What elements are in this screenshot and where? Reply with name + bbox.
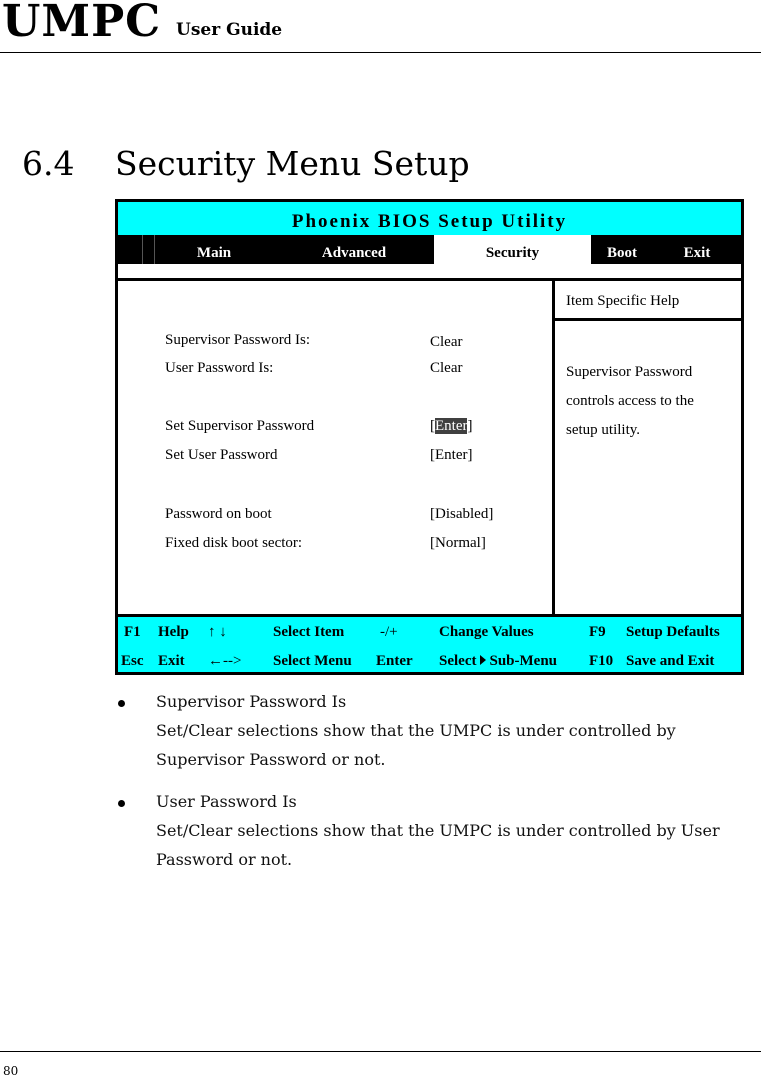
help-heading: Item Specific Help	[555, 281, 744, 321]
tab-exit[interactable]: Exit	[653, 235, 741, 264]
setting-label-user-password-is: User Password Is:	[165, 360, 274, 376]
key-minus-plus: -/+	[380, 624, 398, 640]
key-action-help: Help	[158, 624, 189, 640]
bracket-close: ]	[467, 418, 473, 434]
brand-subtitle: User Guide	[176, 20, 283, 40]
footer-rule	[0, 1051, 761, 1052]
tab-security[interactable]: Security	[434, 235, 591, 264]
bullet-line: Supervisor Password or not.	[156, 750, 386, 769]
setting-label-supervisor-password-is: Supervisor Password Is:	[165, 332, 310, 348]
page-number: 80	[3, 1064, 19, 1078]
bios-screen: Phoenix BIOS Setup Utility Main Advanced…	[115, 199, 744, 675]
key-f9: F9	[589, 624, 606, 640]
setting-label-set-user-password[interactable]: Set User Password	[165, 447, 278, 464]
key-esc: Esc	[121, 653, 144, 669]
bullet-line: Set/Clear selections show that the UMPC …	[156, 821, 720, 840]
selected-value-highlight: Enter	[435, 418, 468, 434]
key-action-select-menu: Select Menu	[273, 653, 352, 669]
tab-advanced[interactable]: Advanced	[274, 235, 434, 264]
bullet-icon	[118, 700, 125, 707]
help-text: Supervisor Password controls access to t…	[566, 358, 741, 445]
key-action-change-values: Change Values	[439, 624, 534, 640]
bullet-title: User Password Is	[156, 792, 297, 811]
bullet-line: Password or not.	[156, 850, 293, 869]
arrow-left-right-icon: ←-->	[208, 653, 242, 669]
brand-title: UMPC	[2, 0, 162, 47]
setting-label-set-supervisor-password[interactable]: Set Supervisor Password	[165, 418, 314, 435]
tab-main[interactable]: Main	[154, 235, 274, 264]
bullet-line: Set/Clear selections show that the UMPC …	[156, 721, 676, 740]
key-f10: F10	[589, 653, 614, 669]
key-legend: F1 Help ↑ ↓ Select Item -/+ Change Value…	[118, 614, 741, 672]
help-panel: Item Specific Help Supervisor Password c…	[552, 281, 744, 614]
setting-label-password-on-boot[interactable]: Password on boot	[165, 506, 272, 523]
menu-separator	[118, 264, 741, 281]
document-header: UMPC User Guide	[0, 0, 761, 53]
key-f1: F1	[124, 624, 141, 640]
bullet-title: Supervisor Password Is	[156, 692, 347, 711]
bios-menu-bar: Main Advanced Security Boot Exit	[118, 235, 741, 264]
tab-boot[interactable]: Boot	[591, 235, 653, 264]
help-line: Supervisor Password	[566, 364, 693, 380]
help-line: controls access to the	[566, 393, 694, 409]
arrow-up-down-icon: ↑ ↓	[208, 624, 227, 640]
settings-panel: Supervisor Password Is: Clear User Passw…	[118, 281, 552, 614]
key-action-setup-defaults: Setup Defaults	[626, 624, 720, 640]
setting-value-set-user-password[interactable]: [Enter]	[430, 447, 472, 464]
key-enter: Enter	[376, 653, 413, 669]
setting-value-fixed-disk-boot-sector[interactable]: [Normal]	[430, 535, 486, 552]
setting-value-password-on-boot[interactable]: [Disabled]	[430, 506, 493, 523]
triangle-right-icon	[480, 655, 487, 665]
key-action-exit: Exit	[158, 653, 185, 669]
bullet-icon	[118, 800, 125, 807]
bios-title: Phoenix BIOS Setup Utility	[118, 202, 741, 235]
section-number: 6.4	[22, 144, 75, 183]
setting-value-set-supervisor-password[interactable]: [Enter]	[430, 418, 472, 435]
setting-value-supervisor-password-is: Clear	[430, 334, 463, 350]
key-action-save-and-exit: Save and Exit	[626, 653, 715, 669]
setting-value-user-password-is: Clear	[430, 360, 463, 376]
help-line: setup utility.	[566, 422, 641, 438]
menu-bar-spacer	[118, 235, 143, 264]
setting-label-fixed-disk-boot-sector[interactable]: Fixed disk boot sector:	[165, 535, 302, 552]
select-text: Select	[439, 653, 477, 669]
key-action-select-item: Select Item	[273, 624, 345, 640]
key-action-select-submenu: Select Sub-Menu	[439, 653, 557, 670]
section-title: Security Menu Setup	[115, 144, 470, 183]
submenu-text: Sub-Menu	[489, 653, 558, 669]
